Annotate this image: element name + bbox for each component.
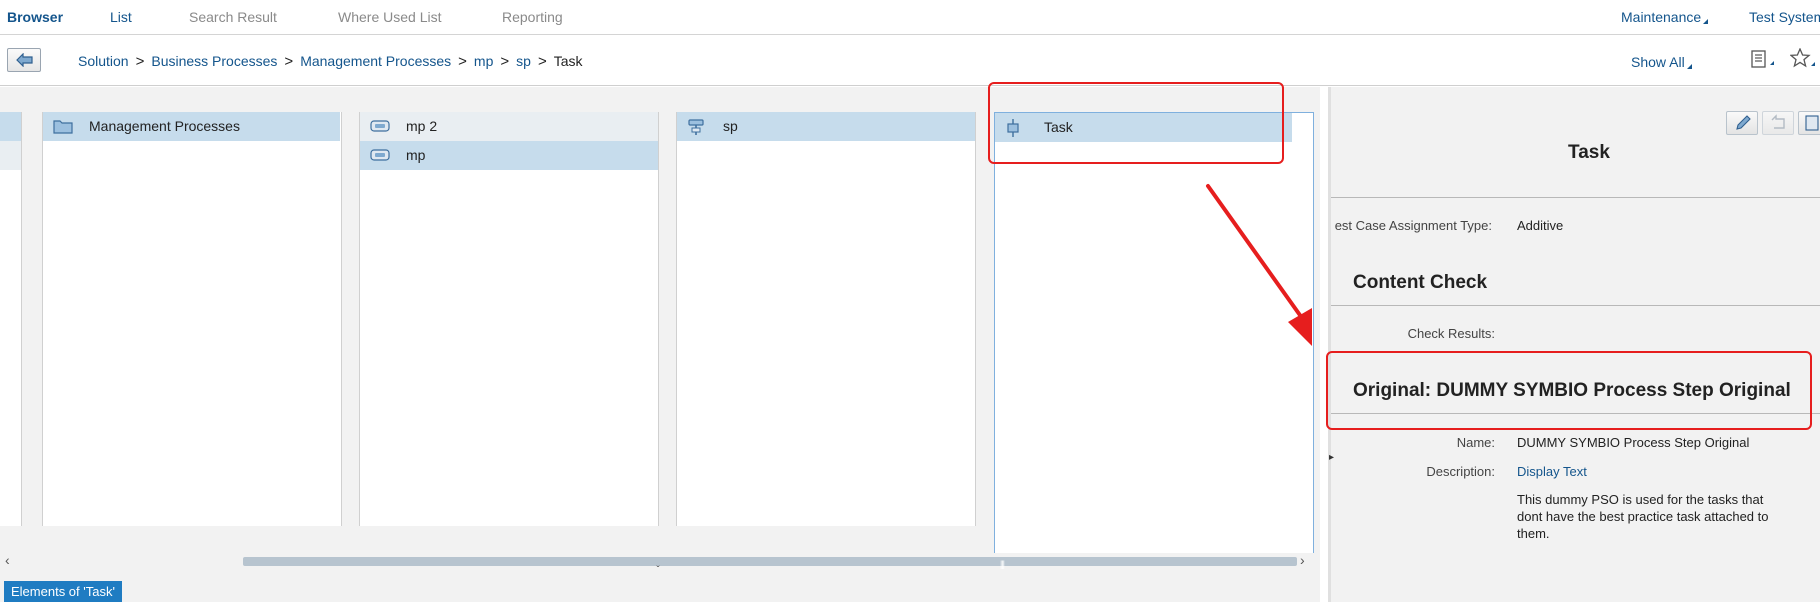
scroll-left-icon[interactable]: ‹: [5, 552, 10, 568]
tab-browser[interactable]: Browser: [7, 9, 63, 25]
column-partial-left: [0, 112, 22, 526]
description-text: This dummy PSO is used for the tasks tha…: [1517, 492, 1769, 541]
process-icon: [370, 147, 390, 166]
breadcrumb-separator: >: [500, 53, 510, 70]
dropdown-triangle-icon: [1703, 19, 1709, 24]
process-icon: [370, 118, 390, 137]
show-all-menu[interactable]: Show All: [1631, 54, 1692, 70]
assignment-type-label: est Case Assignment Type:: [1334, 218, 1492, 233]
breadcrumb-bar: Solution > Business Processes > Management P…: [0, 36, 1820, 86]
breadcrumb-separator: >: [537, 53, 547, 70]
divider: [1331, 305, 1820, 306]
column-mp: mp 2 mp: [359, 112, 659, 526]
back-arrow-icon: [16, 53, 33, 67]
name-label: Name:: [1456, 435, 1495, 450]
top-tab-bar: Browser List Search Result Where Used Li…: [0, 0, 1820, 35]
save-icon: [1805, 115, 1819, 131]
list-item[interactable]: [0, 141, 21, 170]
maintenance-menu[interactable]: Maintenance: [1621, 9, 1709, 25]
maintenance-label: Maintenance: [1621, 9, 1702, 25]
name-value: DUMMY SYMBIO Process Step Original: [1517, 435, 1750, 450]
tab-list[interactable]: List: [110, 9, 132, 25]
list-item[interactable]: [0, 112, 21, 141]
scroll-right-icon[interactable]: ›: [1300, 552, 1305, 568]
breadcrumb-separator: >: [458, 53, 467, 70]
column-management-processes: Management Processes: [42, 112, 342, 526]
folder-icon: [53, 118, 73, 137]
detail-panel: Task est Case Assignment Type: Additive …: [1328, 87, 1820, 602]
description-label: Description:: [1426, 464, 1495, 479]
tab-where-used-list[interactable]: Where Used List: [338, 9, 441, 25]
undo-button[interactable]: [1762, 111, 1794, 135]
breadcrumb-separator: >: [284, 53, 294, 70]
list-item-label: mp 2: [406, 118, 438, 134]
list-item-mp-2[interactable]: mp 2: [360, 112, 658, 141]
collapse-panel-icon[interactable]: ▸: [1329, 452, 1334, 463]
list-item-label: mp: [406, 147, 426, 163]
splitter-handle-icon[interactable]: ˇ: [650, 566, 666, 577]
annotation-arrow-icon: [1206, 184, 1312, 346]
annotation-box-original: [1326, 351, 1812, 430]
elements-of-task-tab[interactable]: Elements of 'Task': [4, 581, 122, 602]
assignment-type-value: Additive: [1517, 218, 1564, 233]
list-item-mp[interactable]: mp: [360, 141, 658, 170]
document-list-icon[interactable]: [1750, 50, 1776, 73]
tab-search-result[interactable]: Search Result: [189, 9, 277, 25]
undo-icon: [1771, 114, 1785, 129]
favorite-star-icon[interactable]: [1789, 47, 1816, 73]
annotation-box-task: [988, 82, 1284, 164]
tab-reporting[interactable]: Reporting: [502, 9, 563, 25]
scenario-step-icon: [687, 118, 707, 139]
back-button[interactable]: [7, 48, 41, 72]
breadcrumb-business-processes[interactable]: Business Processes: [151, 53, 277, 69]
list-item-label: sp: [723, 118, 738, 134]
detail-title: Task: [1568, 142, 1610, 163]
dropdown-triangle-icon: [1686, 64, 1692, 69]
breadcrumb: Solution > Business Processes > Management P…: [78, 53, 583, 70]
grip-icon: |||: [1000, 559, 1005, 569]
column-sp: sp: [676, 112, 976, 526]
breadcrumb-solution[interactable]: Solution: [78, 53, 129, 69]
list-item-management-processes[interactable]: Management Processes: [43, 112, 340, 141]
test-system-menu[interactable]: Test System: [1749, 9, 1820, 25]
breadcrumb-current-task: Task: [553, 53, 583, 69]
show-all-label: Show All: [1631, 54, 1685, 70]
check-results-label: Check Results:: [1407, 326, 1495, 341]
content-check-heading: Content Check: [1353, 272, 1488, 293]
scrollbar-thumb[interactable]: |||: [243, 557, 1297, 569]
breadcrumb-separator: >: [135, 53, 145, 70]
breadcrumb-management-processes[interactable]: Management Processes: [300, 53, 451, 69]
edit-button[interactable]: [1726, 111, 1758, 135]
list-item-label: Management Processes: [89, 118, 240, 134]
pencil-icon: [1736, 115, 1751, 130]
divider: [1331, 197, 1820, 198]
save-button[interactable]: [1798, 111, 1820, 135]
breadcrumb-sp[interactable]: sp: [516, 53, 531, 69]
list-item-sp[interactable]: sp: [677, 112, 975, 141]
breadcrumb-mp[interactable]: mp: [474, 53, 493, 69]
display-text-link[interactable]: Display Text: [1517, 464, 1587, 479]
